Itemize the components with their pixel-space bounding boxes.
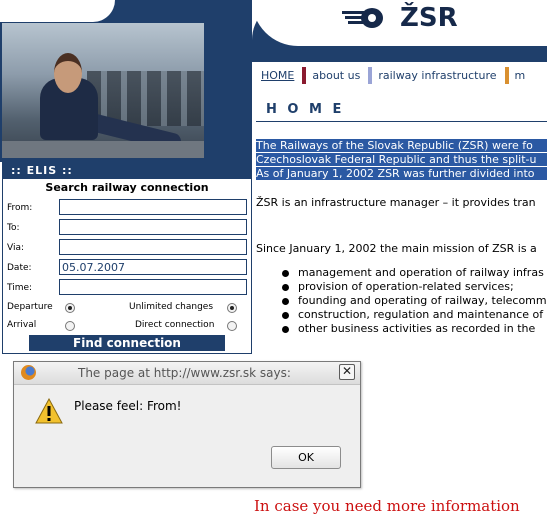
departure-label: Departure (7, 302, 53, 312)
list-item: other business activities as recorded in… (282, 322, 547, 336)
arrival-label: Arrival (7, 320, 37, 330)
direct-connection-label: Direct connection (135, 320, 215, 330)
arrival-radio[interactable] (65, 321, 75, 331)
direct-connection-radio[interactable] (227, 321, 237, 331)
from-input[interactable] (59, 199, 247, 215)
via-label: Via: (7, 243, 25, 253)
elis-title: Search railway connection (45, 181, 209, 194)
nav-about-us[interactable]: about us (302, 67, 368, 84)
elis-search-form: :: ELIS :: Search railway connection Fro… (2, 162, 252, 354)
unlimited-changes-radio[interactable] (227, 303, 237, 313)
find-connection-button[interactable]: Find connection (29, 335, 225, 351)
list-item: founding and operating of railway, telec… (282, 294, 547, 308)
list-item: management and operation of railway infr… (282, 266, 547, 280)
paragraph-manager: ŽSR is an infrastructure manager – it pr… (256, 196, 536, 209)
zsr-logo-text: ŽSR (400, 3, 458, 33)
date-label: Date: (7, 263, 32, 273)
nav-railway-infrastructure[interactable]: railway infrastructure (368, 67, 504, 84)
traveller-photo (2, 23, 204, 158)
more-information-text: In case you need more information (254, 497, 520, 515)
nav-more[interactable]: m (504, 67, 534, 84)
to-label: To: (7, 223, 20, 233)
elis-header: :: ELIS :: (3, 163, 251, 179)
via-input[interactable] (59, 239, 247, 255)
paragraph-mission: Since January 1, 2002 the main mission o… (256, 242, 537, 255)
title-divider (256, 121, 547, 122)
nav-home[interactable]: HOME (255, 67, 302, 84)
date-input[interactable] (59, 259, 247, 275)
intro-line-1: The Railways of the Slovak Republic (ZSR… (256, 139, 547, 152)
time-label: Time: (7, 283, 33, 293)
dialog-titlebar: The page at http://www.zsr.sk says: ✕ (14, 362, 360, 385)
header-curve: ŽSR (252, 0, 547, 46)
intro-line-3: As of January 1, 2002 ZSR was further di… (256, 167, 547, 180)
dialog-message: Please feel: From! (74, 399, 182, 413)
to-input[interactable] (59, 219, 247, 235)
page-title: H O M E (266, 102, 345, 117)
from-label: From: (7, 203, 33, 213)
list-item: construction, regulation and maintenance… (282, 308, 547, 322)
main-nav: HOME about us railway infrastructure m (255, 64, 547, 84)
corner-curve (0, 0, 115, 22)
mission-list: management and operation of railway infr… (282, 266, 547, 336)
intro-line-2: Czechoslovak Federal Republic and thus t… (256, 153, 547, 166)
unlimited-changes-label: Unlimited changes (129, 302, 214, 312)
firefox-icon (21, 365, 36, 380)
zsr-wheel-logo-icon (342, 8, 383, 28)
ok-button[interactable]: OK (271, 446, 341, 469)
list-item: provision of operation-related services; (282, 280, 547, 294)
close-icon[interactable]: ✕ (339, 364, 355, 380)
alert-dialog: The page at http://www.zsr.sk says: ✕ Pl… (13, 361, 361, 488)
dialog-title: The page at http://www.zsr.sk says: (78, 366, 291, 380)
time-input[interactable] (59, 279, 247, 295)
departure-radio[interactable] (65, 303, 75, 313)
warning-icon (35, 398, 63, 424)
